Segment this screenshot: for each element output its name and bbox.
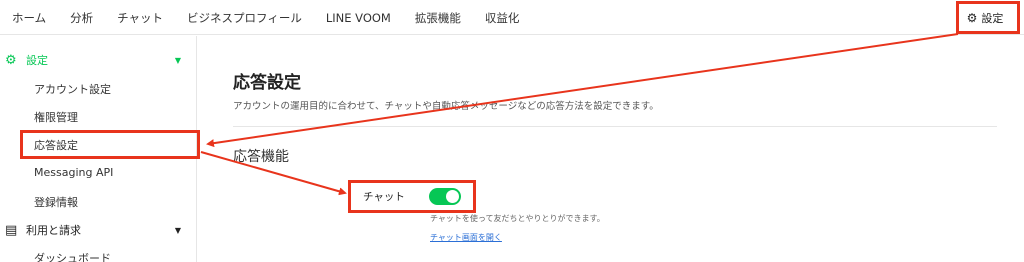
arrow-sidebar-to-toggle [200, 151, 347, 196]
arrow-settings-to-sidebar [206, 33, 959, 148]
annotation-arrows [200, 33, 959, 196]
